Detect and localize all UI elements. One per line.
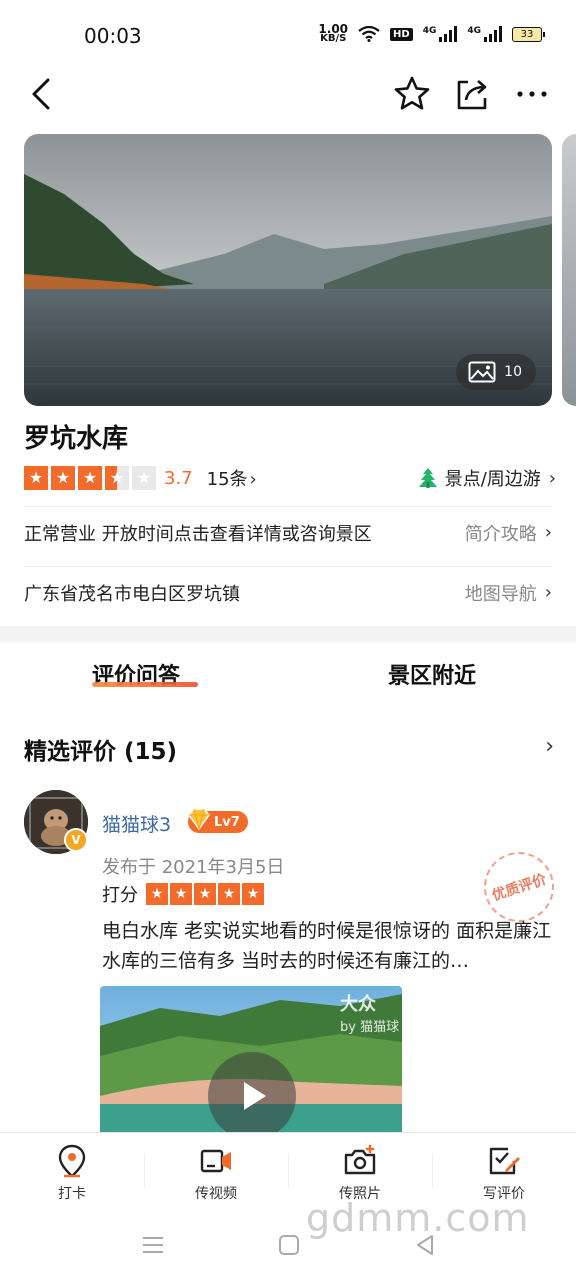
opening-hours-row[interactable]: 正常营业 开放时间点击查看详情或咨询景区 简介攻略 ›	[24, 506, 552, 558]
video-watermark-author: by 猫猫球	[340, 1020, 400, 1035]
chevron-right-icon: ›	[548, 467, 556, 489]
rating-star: ★	[78, 466, 102, 490]
signal-icon-1: 4G	[423, 26, 458, 42]
photo-count-badge[interactable]: 10	[456, 354, 536, 390]
back-icon[interactable]	[22, 74, 62, 114]
upload-video-button[interactable]: 传视频	[144, 1133, 288, 1209]
page-title: 罗坑水库	[24, 424, 129, 454]
score-star: ★	[194, 883, 216, 905]
address-row[interactable]: 广东省茂名市电白区罗坑镇 地图导航 ›	[24, 566, 552, 618]
chevron-right-icon: ›	[249, 469, 257, 490]
score-star: ★	[170, 883, 192, 905]
home-icon[interactable]	[274, 1230, 304, 1260]
map-navigation-link[interactable]: 地图导航 ›	[465, 580, 552, 606]
location-pin-icon	[58, 1144, 86, 1178]
rating-stars: ★ ★ ★ ★ ★	[24, 466, 156, 490]
review-count-link[interactable]: 15条 ›	[207, 465, 257, 491]
edit-review-icon	[489, 1147, 520, 1175]
chevron-right-icon[interactable]: ›	[545, 734, 554, 759]
intro-guide-link[interactable]: 简介攻略 ›	[465, 520, 552, 546]
verified-badge: V	[64, 828, 88, 852]
menu-icon[interactable]	[138, 1230, 168, 1260]
rating-star: ★	[105, 466, 129, 490]
review-text[interactable]: 电白水库 老实说实地看的时候是很惊讶的 面积是廉江水库的三倍有多 当时去的时候还…	[102, 916, 554, 976]
video-camera-icon	[200, 1149, 231, 1173]
network-speed: 1.00 KB/S	[318, 22, 349, 44]
more-icon[interactable]	[512, 74, 552, 114]
top-nav	[0, 72, 576, 116]
chevron-right-icon: ›	[544, 582, 552, 603]
signal-icon-2: 4G	[467, 26, 502, 42]
site-watermark: gdmm.com	[306, 1196, 530, 1240]
wifi-icon	[358, 26, 380, 42]
attraction-icon	[418, 468, 437, 488]
rating-score: 3.7	[164, 467, 193, 489]
score-star: ★	[146, 883, 168, 905]
featured-reviews-title[interactable]: 精选评价 (15)	[24, 732, 177, 766]
status-icons: 1.00 KB/S HD 4G 4G 33	[318, 22, 545, 44]
score-star: ★	[242, 883, 264, 905]
image-icon	[468, 361, 496, 383]
rating-star: ★	[51, 466, 75, 490]
address-text: 广东省茂名市电白区罗坑镇	[24, 583, 240, 605]
tab-bar: 评价问答 景区附近	[0, 650, 576, 700]
hero-photo[interactable]: 10	[24, 134, 552, 406]
checkin-button[interactable]: 打卡	[0, 1133, 144, 1209]
video-watermark-brand: 大众	[340, 994, 376, 1015]
opening-hours-text: 正常营业 开放时间点击查看详情或咨询景区	[24, 523, 372, 545]
next-photo-peek[interactable]	[562, 134, 576, 406]
status-time: 00:03	[84, 24, 142, 48]
reviewer-name[interactable]: 猫猫球3	[102, 810, 171, 837]
photo-camera-plus-icon	[344, 1145, 376, 1175]
play-icon[interactable]	[208, 1052, 296, 1140]
score-star: ★	[218, 883, 240, 905]
chevron-right-icon: ›	[544, 522, 552, 543]
hd-voice-icon: HD	[390, 27, 413, 41]
rating-star: ★	[24, 466, 48, 490]
status-bar: 00:03 1.00 KB/S HD 4G 4G 33	[0, 0, 576, 72]
review-score-row: 打分 ★ ★ ★ ★ ★	[102, 881, 264, 907]
section-divider	[0, 626, 576, 642]
diamond-icon	[188, 808, 210, 831]
review-stars: ★ ★ ★ ★ ★	[146, 883, 264, 905]
rating-row: ★ ★ ★ ★ ★ 3.7 15条 › 景点/周边游 ›	[24, 464, 556, 492]
favorite-star-icon[interactable]	[392, 74, 432, 114]
rating-star: ★	[132, 466, 156, 490]
category-link[interactable]: 景点/周边游 ›	[417, 465, 556, 491]
share-icon[interactable]	[452, 74, 492, 114]
active-tab-indicator	[92, 682, 198, 687]
tab-nearby[interactable]: 景区附近	[388, 658, 476, 690]
battery-icon: 33	[512, 26, 545, 42]
review-date: 发布于 2021年3月5日	[102, 857, 285, 878]
